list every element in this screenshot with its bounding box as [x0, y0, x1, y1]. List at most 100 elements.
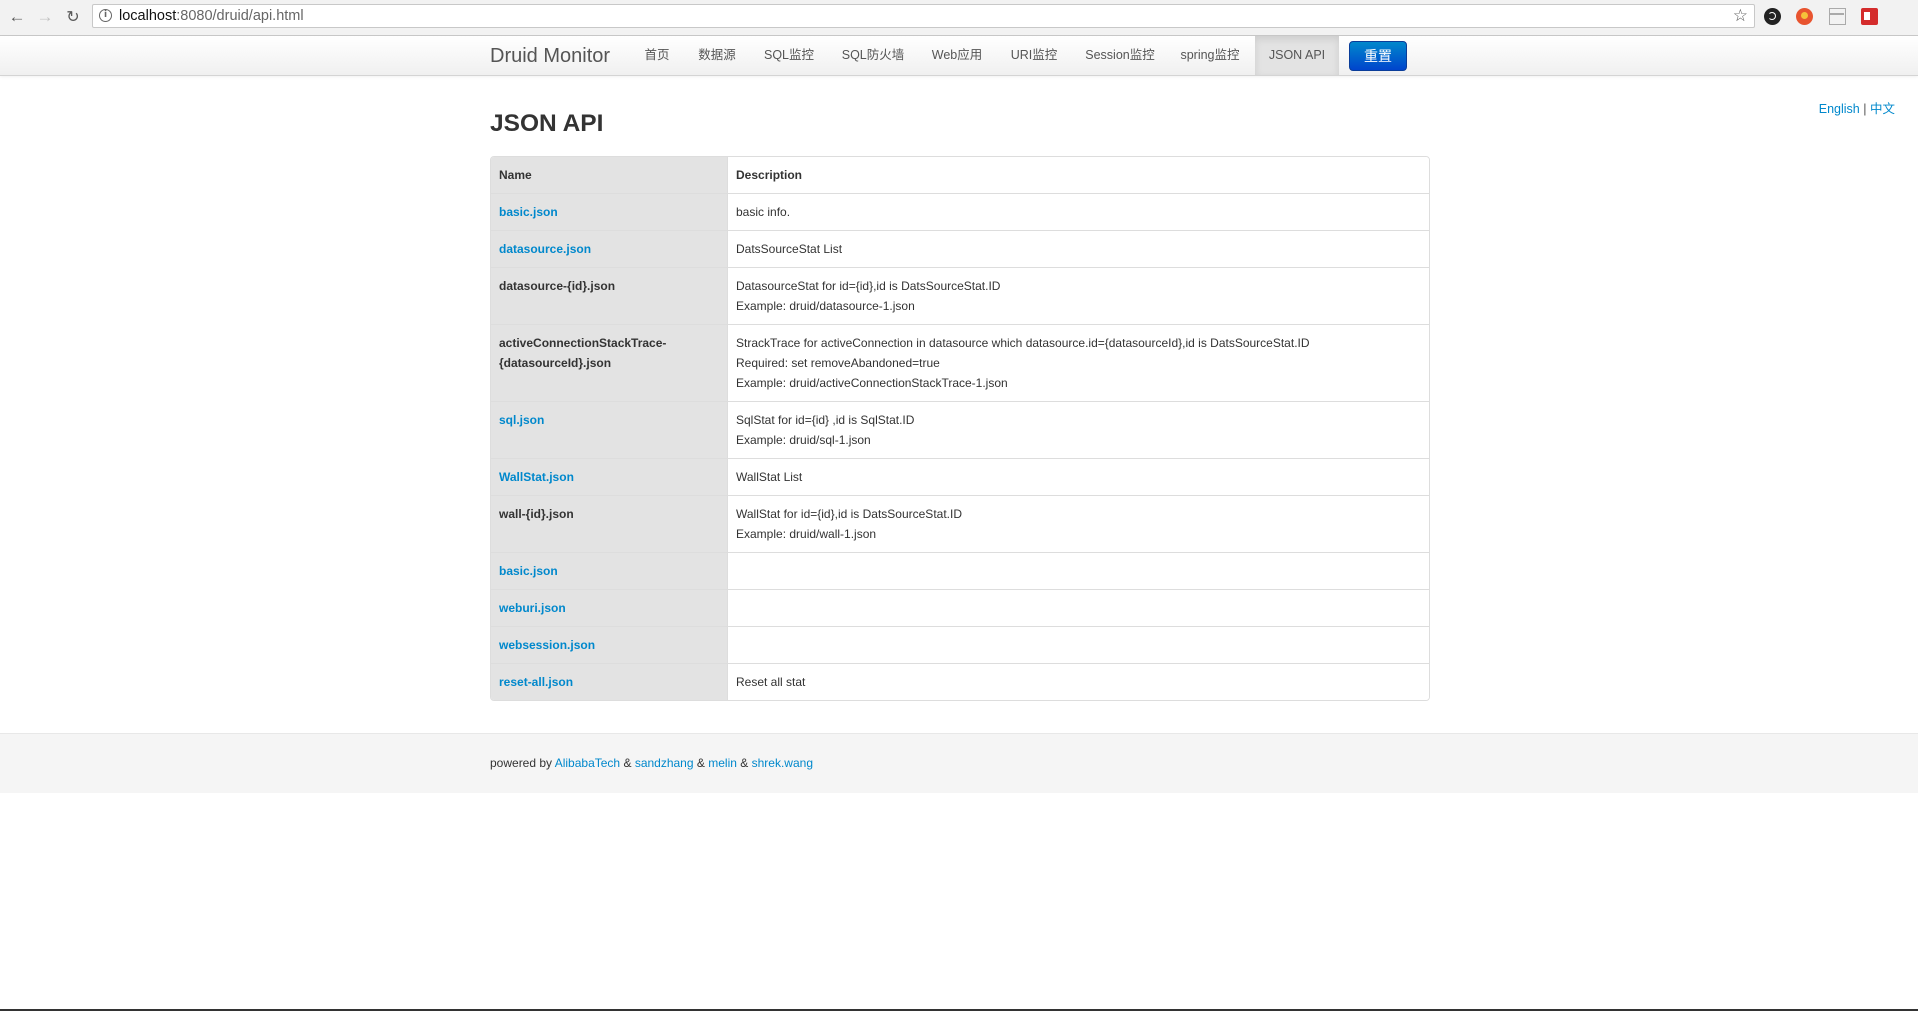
table-row: weburi.json [491, 589, 1429, 626]
app-navbar: Druid Monitor 首页 数据源 SQL监控 SQL防火墙 Web应用 … [0, 36, 1918, 76]
table-row: sql.json SqlStat for id={id} ,id is SqlSt… [491, 401, 1429, 458]
api-description-line: Example: druid/activeConnectionStackTrac… [736, 376, 1008, 390]
nav-item-home[interactable]: 首页 [636, 36, 678, 75]
footer-credits: powered by AlibabaTech & sandzhang & mel… [490, 756, 813, 770]
ampersand: & [696, 756, 705, 770]
api-link[interactable]: reset-all.json [499, 675, 573, 689]
table-row: datasource-{id}.json DatasourceStat for i… [491, 267, 1429, 324]
api-name-cell: datasource-{id}.json [491, 267, 728, 324]
api-name-cell: wall-{id}.json [491, 495, 728, 552]
credit-link-shrek-wang[interactable]: shrek.wang [752, 756, 813, 770]
api-description-cell: WallStat for id={id},id is DatsSourceSta… [728, 495, 1429, 552]
nav-item-uri[interactable]: URI监控 [1004, 36, 1064, 75]
api-description-line: DatsSourceStat List [736, 242, 843, 256]
api-name: activeConnectionStackTrace- {datasourceId… [499, 333, 719, 373]
api-description-cell: SqlStat for id={id} ,id is SqlStat.ID Exa… [728, 401, 1429, 458]
api-description-cell: DatasourceStat for id={id},id is DatsSou… [728, 267, 1429, 324]
api-description-line: SqlStat for id={id} ,id is SqlStat.ID [736, 413, 915, 427]
header-description: Description [728, 157, 1429, 193]
nav-item-session[interactable]: Session监控 [1078, 36, 1162, 75]
reset-button[interactable]: 重置 [1349, 41, 1407, 71]
api-link[interactable]: basic.json [499, 205, 558, 219]
api-link[interactable]: websession.json [499, 638, 595, 652]
table-row: activeConnectionStackTrace- {datasourceId… [491, 324, 1429, 401]
nav-item-datasource[interactable]: 数据源 [692, 36, 742, 75]
nav-item-sql[interactable]: SQL监控 [756, 36, 822, 75]
table-row: basic.json basic info. [491, 193, 1429, 230]
api-description-cell: basic info. [728, 193, 1429, 230]
api-table: Name Description basic.json basic info. da… [490, 156, 1430, 701]
extension-icon[interactable] [1764, 8, 1781, 25]
lang-separator: | [1863, 102, 1867, 116]
extension-icon[interactable] [1861, 8, 1878, 25]
lang-chinese-link[interactable]: 中文 [1870, 102, 1895, 116]
page-title: JSON API [490, 110, 604, 137]
api-name-line: {datasourceId}.json [499, 356, 612, 370]
credit-link-melin[interactable]: melin [708, 756, 737, 770]
api-name-cell: basic.json [491, 552, 728, 589]
extension-icon[interactable] [1829, 8, 1846, 25]
ampersand: & [740, 756, 749, 770]
api-description-line: basic info. [736, 205, 791, 219]
table-row: WallStat.json WallStat List [491, 458, 1429, 495]
brand-title[interactable]: Druid Monitor [490, 45, 610, 68]
api-name-cell: basic.json [491, 193, 728, 230]
bookmark-star-icon[interactable]: ☆ [1733, 6, 1748, 26]
api-description-line: WallStat List [736, 470, 803, 484]
table-row: basic.json [491, 552, 1429, 589]
powered-by-text: powered by [490, 756, 553, 770]
header-name: Name [491, 157, 728, 193]
api-description-cell [728, 552, 1429, 589]
nav-item-spring[interactable]: spring监控 [1176, 36, 1244, 75]
api-description-line: Example: druid/datasource-1.json [736, 299, 915, 313]
address-bar[interactable]: i localhost:8080/druid/api.html ☆ [92, 4, 1755, 28]
nav-item-sql-firewall[interactable]: SQL防火墙 [836, 36, 910, 75]
table-row: websession.json [491, 626, 1429, 663]
api-name-cell: reset-all.json [491, 663, 728, 700]
api-description-cell: DatsSourceStat List [728, 230, 1429, 267]
api-description-cell: Reset all stat [728, 663, 1429, 700]
api-link[interactable]: sql.json [499, 413, 544, 427]
api-link[interactable]: datasource.json [499, 242, 591, 256]
table-row: wall-{id}.json WallStat for id={id},id is… [491, 495, 1429, 552]
api-description-cell: WallStat List [728, 458, 1429, 495]
extension-icon[interactable] [1796, 8, 1813, 25]
api-description-line: Example: druid/sql-1.json [736, 433, 871, 447]
api-link[interactable]: weburi.json [499, 601, 566, 615]
nav-item-json-api[interactable]: JSON API [1255, 36, 1339, 75]
back-arrow-icon[interactable]: ← [6, 6, 28, 28]
lang-english-link[interactable]: English [1819, 102, 1860, 116]
api-name-cell: websession.json [491, 626, 728, 663]
browser-toolbar: ← → ↻ i localhost:8080/druid/api.html ☆ [0, 0, 1918, 36]
url-path: :8080/druid/api.html [176, 8, 304, 24]
site-info-icon[interactable]: i [99, 9, 112, 22]
api-description-line: DatasourceStat for id={id},id is DatsSou… [736, 279, 1001, 293]
credit-link-alibabatech[interactable]: AlibabaTech [555, 756, 620, 770]
reload-icon[interactable]: ↻ [62, 6, 84, 28]
ampersand: & [623, 756, 632, 770]
table-row: datasource.json DatsSourceStat List [491, 230, 1429, 267]
api-link[interactable]: WallStat.json [499, 470, 574, 484]
credit-link-sandzhang[interactable]: sandzhang [635, 756, 694, 770]
api-description-cell [728, 626, 1429, 663]
forward-arrow-icon[interactable]: → [34, 6, 56, 28]
nav-item-web-app[interactable]: Web应用 [924, 36, 990, 75]
api-name: wall-{id}.json [499, 507, 574, 521]
api-description-line: WallStat for id={id},id is DatsSourceSta… [736, 507, 962, 521]
api-link[interactable]: basic.json [499, 564, 558, 578]
api-name-cell: weburi.json [491, 589, 728, 626]
language-switch: English | 中文 [1819, 98, 1895, 117]
address-url[interactable]: localhost:8080/druid/api.html [119, 8, 304, 24]
api-description-line: Required: set removeAbandoned=true [736, 356, 940, 370]
api-name: datasource-{id}.json [499, 279, 616, 293]
api-name-cell: sql.json [491, 401, 728, 458]
api-name-cell: datasource.json [491, 230, 728, 267]
url-host: localhost [119, 8, 177, 24]
api-description-cell [728, 589, 1429, 626]
api-name-cell: activeConnectionStackTrace- {datasourceId… [491, 324, 728, 401]
api-name-cell: WallStat.json [491, 458, 728, 495]
api-description-cell: StrackTrace for activeConnection in data… [728, 324, 1429, 401]
api-description-line: Example: druid/wall-1.json [736, 527, 877, 541]
api-description-line: StrackTrace for activeConnection in data… [736, 336, 1310, 350]
table-row: reset-all.json Reset all stat [491, 663, 1429, 700]
